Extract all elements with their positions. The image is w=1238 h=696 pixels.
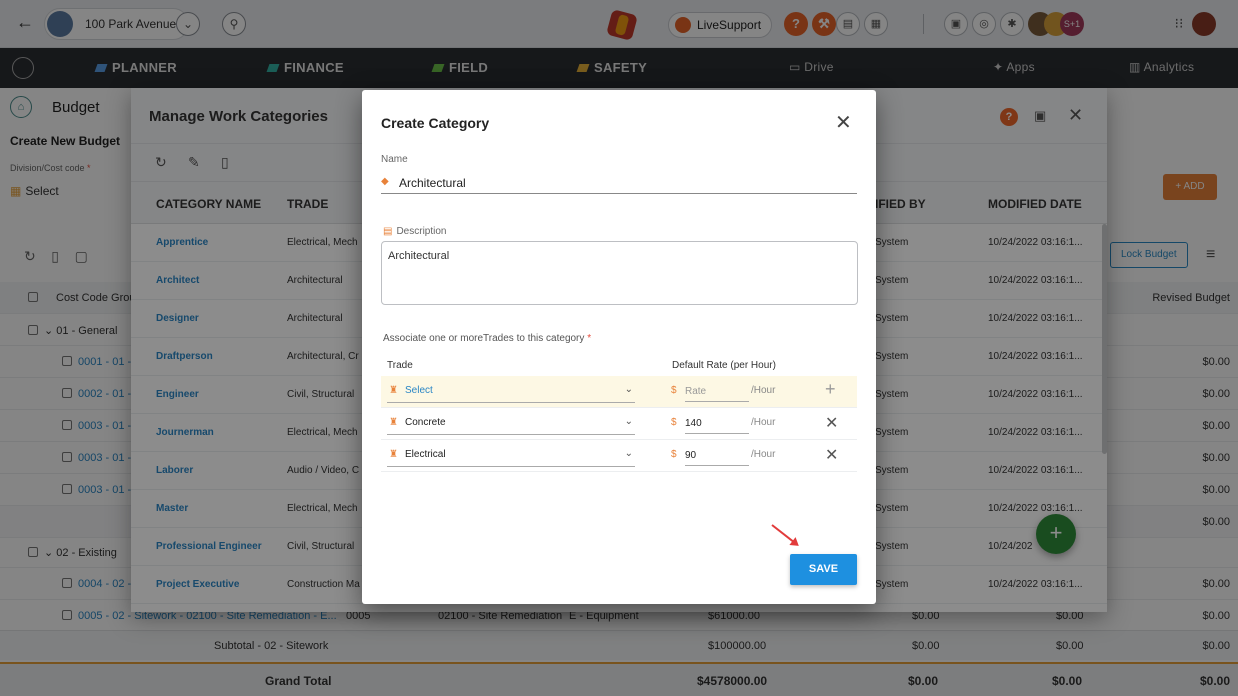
chevron-down-icon: ⌄ [624, 416, 633, 427]
dialog-title: Create Category [381, 115, 490, 131]
worker-icon: ♜ [389, 417, 398, 428]
dollar-icon: $ [671, 449, 677, 460]
trade-row: ♜ Select ⌄ $ /Hour + [381, 376, 857, 408]
worker-icon: ♜ [389, 385, 398, 396]
description-textarea[interactable]: Architectural [381, 241, 858, 305]
trade-select-value: Electrical [405, 449, 446, 460]
rate-input[interactable] [685, 382, 749, 402]
document-icon: ▤ [383, 226, 393, 237]
trade-select-value: Select [405, 385, 433, 396]
worker-icon: ♜ [389, 449, 398, 460]
trade-select-value: Concrete [405, 417, 446, 428]
associate-trades-label: Associate one or moreTrades to this cate… [383, 333, 592, 344]
chevron-down-icon: ⌄ [624, 448, 633, 459]
rate-input[interactable] [685, 446, 749, 466]
associate-trades-text: Associate one or moreTrades to this cate… [383, 333, 585, 344]
rate-column-header: Default Rate (per Hour) [672, 360, 776, 371]
description-label-text: Description [396, 226, 447, 237]
tag-icon: ◆ [381, 176, 389, 187]
trade-column-header: Trade [387, 360, 413, 371]
trade-select[interactable]: ♜ Select ⌄ [387, 383, 635, 403]
create-category-dialog: Create Category ✕ Name ◆ ▤Description Ar… [362, 90, 876, 604]
add-trade-icon[interactable]: + [825, 379, 836, 400]
save-button[interactable]: SAVE [790, 554, 857, 585]
trade-row: ♜ Concrete ⌄ $ /Hour ✕ [381, 408, 857, 440]
trade-select[interactable]: ♜ Electrical ⌄ [387, 447, 635, 467]
per-hour-label: /Hour [751, 385, 776, 396]
per-hour-label: /Hour [751, 417, 776, 428]
remove-trade-icon[interactable]: ✕ [825, 445, 838, 465]
description-label: ▤ Description [383, 226, 446, 237]
dollar-icon: $ [671, 385, 677, 396]
close-icon[interactable]: ✕ [835, 110, 852, 135]
chevron-down-icon: ⌄ [624, 384, 633, 395]
trade-select[interactable]: ♜ Concrete ⌄ [387, 415, 635, 435]
remove-trade-icon[interactable]: ✕ [825, 413, 838, 433]
trade-row: ♜ Electrical ⌄ $ /Hour ✕ [381, 440, 857, 472]
rate-input[interactable] [685, 414, 749, 434]
annotation-arrow-icon [771, 524, 798, 546]
name-field: ◆ [381, 174, 857, 194]
name-label: Name [381, 154, 408, 165]
name-input[interactable] [399, 174, 849, 192]
dollar-icon: $ [671, 417, 677, 428]
per-hour-label: /Hour [751, 449, 776, 460]
